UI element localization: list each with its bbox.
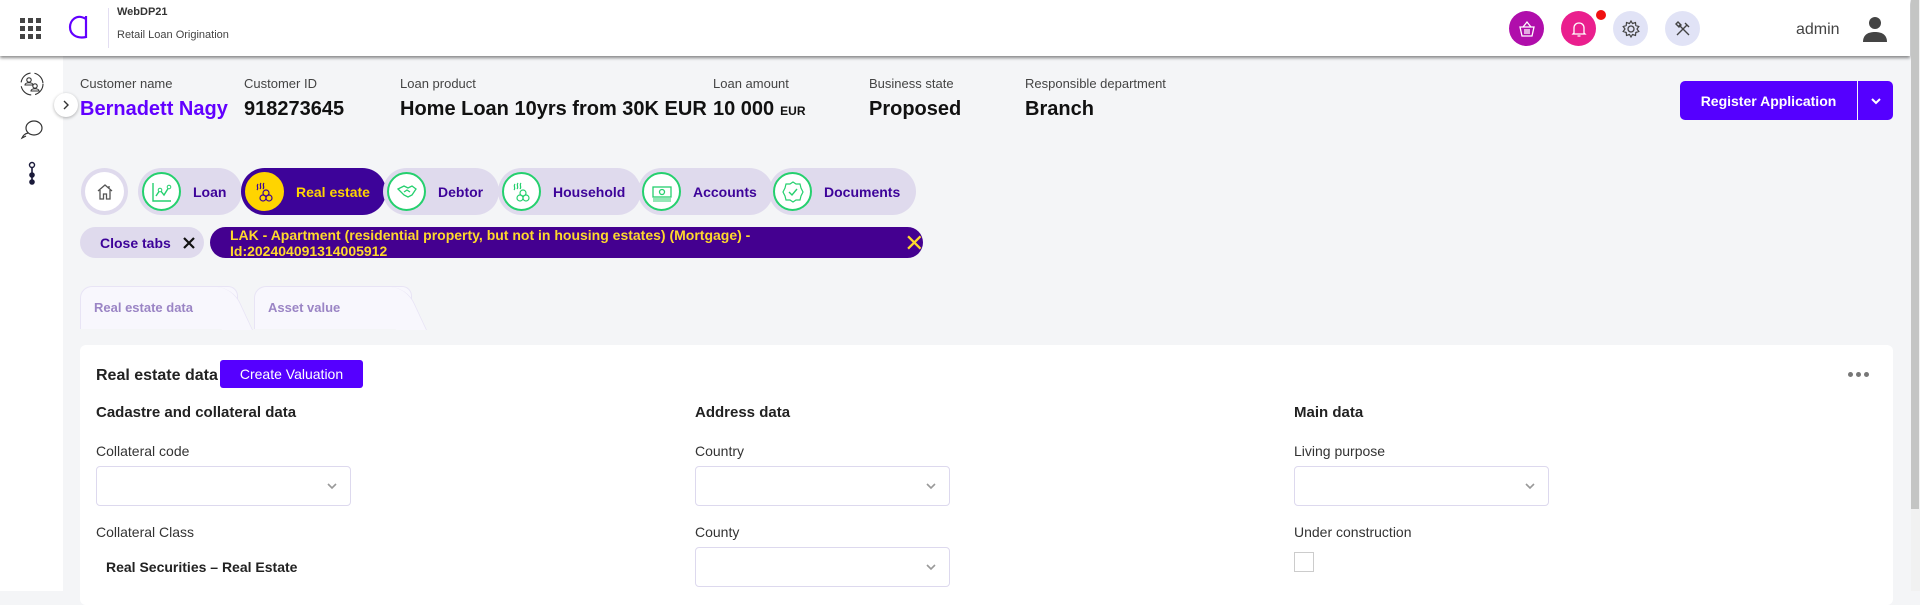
chat-icon[interactable] xyxy=(18,116,46,144)
loan-product-value: Home Loan 10yrs from 30K EUR xyxy=(400,98,707,120)
customer-id-label: Customer ID xyxy=(244,76,317,91)
collateral-code-select[interactable] xyxy=(96,466,351,506)
chevron-down-icon xyxy=(1525,483,1535,490)
close-tabs-label: Close tabs xyxy=(100,234,171,251)
customer-exchange-icon[interactable] xyxy=(18,70,46,98)
country-select[interactable] xyxy=(695,466,950,506)
open-record-tab[interactable]: LAK - Apartment (residential property, b… xyxy=(210,226,923,259)
tab-accounts[interactable]: Accounts xyxy=(638,168,773,215)
bell-icon xyxy=(1570,21,1587,37)
loan-amount-label: Loan amount xyxy=(713,76,789,91)
close-tabs-button[interactable]: Close tabs xyxy=(80,227,204,258)
tab-debtor[interactable]: Debtor xyxy=(383,168,500,215)
tools-button[interactable] xyxy=(1665,11,1700,46)
sidebar-expand-button[interactable] xyxy=(54,93,78,117)
loan-currency: EUR xyxy=(780,104,806,118)
tab-loan-label: Loan xyxy=(193,183,227,200)
home-icon xyxy=(97,183,112,200)
household-icon xyxy=(513,182,530,202)
scrollbar-thumb[interactable] xyxy=(1911,0,1919,509)
app-name: WebDP21 xyxy=(117,6,168,18)
card-title: Real estate data xyxy=(96,367,218,384)
subtab-real-estate-data[interactable]: Real estate data xyxy=(80,286,238,329)
chevron-down-icon xyxy=(1870,97,1881,104)
address-section-title: Address data xyxy=(695,404,791,421)
notification-dot xyxy=(1596,10,1606,20)
user-icon[interactable] xyxy=(1862,15,1888,43)
basket-icon xyxy=(1518,20,1535,37)
tab-real-estate-label: Real estate xyxy=(296,183,370,200)
process-steps-icon[interactable] xyxy=(18,160,46,188)
department-label: Responsible department xyxy=(1025,76,1166,91)
header-divider xyxy=(108,8,109,48)
more-options-icon[interactable] xyxy=(1848,372,1869,377)
tab-accounts-label: Accounts xyxy=(693,183,757,200)
customer-name-label: Customer name xyxy=(80,76,173,91)
business-state-value: Proposed xyxy=(869,98,962,120)
chevron-down-icon xyxy=(926,483,936,490)
register-application-button[interactable]: Register Application xyxy=(1680,81,1857,120)
chevron-down-icon xyxy=(926,564,936,571)
chevron-right-icon xyxy=(63,100,69,110)
tab-documents-label: Documents xyxy=(824,183,901,200)
under-construction-label: Under construction xyxy=(1294,524,1412,540)
cadastre-section-title: Cadastre and collateral data xyxy=(96,404,297,421)
loan-product-label: Loan product xyxy=(400,76,476,91)
tab-loan[interactable]: Loan xyxy=(138,168,243,215)
subtab-asset-value[interactable]: Asset value xyxy=(254,286,412,329)
close-record-icon[interactable] xyxy=(906,234,923,251)
left-sidebar xyxy=(0,56,63,591)
close-icon xyxy=(183,236,195,249)
living-purpose-select[interactable] xyxy=(1294,466,1549,506)
banknote-icon xyxy=(651,185,672,202)
apps-grid-icon[interactable] xyxy=(20,18,42,39)
customer-name-value[interactable]: Bernadett Nagy xyxy=(80,98,228,121)
real-estate-icon xyxy=(256,182,273,202)
chart-icon xyxy=(151,182,171,202)
tools-icon xyxy=(1674,20,1689,35)
register-options-dropdown[interactable] xyxy=(1858,81,1893,120)
country-label: Country xyxy=(695,443,745,459)
tab-household-label: Household xyxy=(553,183,626,200)
living-purpose-label: Living purpose xyxy=(1294,443,1386,459)
settings-button[interactable] xyxy=(1613,11,1648,46)
chevron-down-icon xyxy=(327,483,337,490)
collateral-class-label: Collateral Class xyxy=(96,524,195,540)
business-state-label: Business state xyxy=(869,76,954,91)
open-record-label: LAK - Apartment (residential property, b… xyxy=(230,226,751,259)
basket-button[interactable] xyxy=(1509,11,1544,46)
under-construction-checkbox[interactable] xyxy=(1294,552,1314,572)
tab-documents[interactable]: Documents xyxy=(769,168,917,215)
loan-amount-value: 10 000 EUR xyxy=(713,98,806,121)
county-select[interactable] xyxy=(695,547,950,587)
tab-home[interactable] xyxy=(81,168,128,215)
user-name[interactable]: admin xyxy=(1796,21,1840,39)
gear-icon xyxy=(1621,19,1640,38)
real-estate-card: Real estate data Create Valuation Cadast… xyxy=(80,345,1893,605)
county-label: County xyxy=(695,524,740,540)
handshake-icon xyxy=(396,184,417,198)
collateral-class-value: Real Securities – Real Estate xyxy=(106,559,298,575)
customer-id-value: 918273645 xyxy=(244,98,345,120)
tab-debtor-label: Debtor xyxy=(438,183,484,200)
create-valuation-button[interactable]: Create Valuation xyxy=(220,360,363,388)
tab-household[interactable]: Household xyxy=(498,168,642,215)
tab-real-estate[interactable]: Real estate xyxy=(241,168,386,215)
collateral-code-label: Collateral code xyxy=(96,443,190,459)
loan-amount-number: 10 000 xyxy=(713,98,775,120)
department-value: Branch xyxy=(1025,98,1094,120)
badge-check-icon xyxy=(781,180,804,203)
main-section-title: Main data xyxy=(1294,404,1364,421)
notifications-button[interactable] xyxy=(1561,11,1596,46)
app-subtitle: Retail Loan Origination xyxy=(117,29,229,41)
brand-logo xyxy=(68,15,88,39)
top-header: WebDP21 Retail Loan Origination admin xyxy=(0,0,1910,56)
